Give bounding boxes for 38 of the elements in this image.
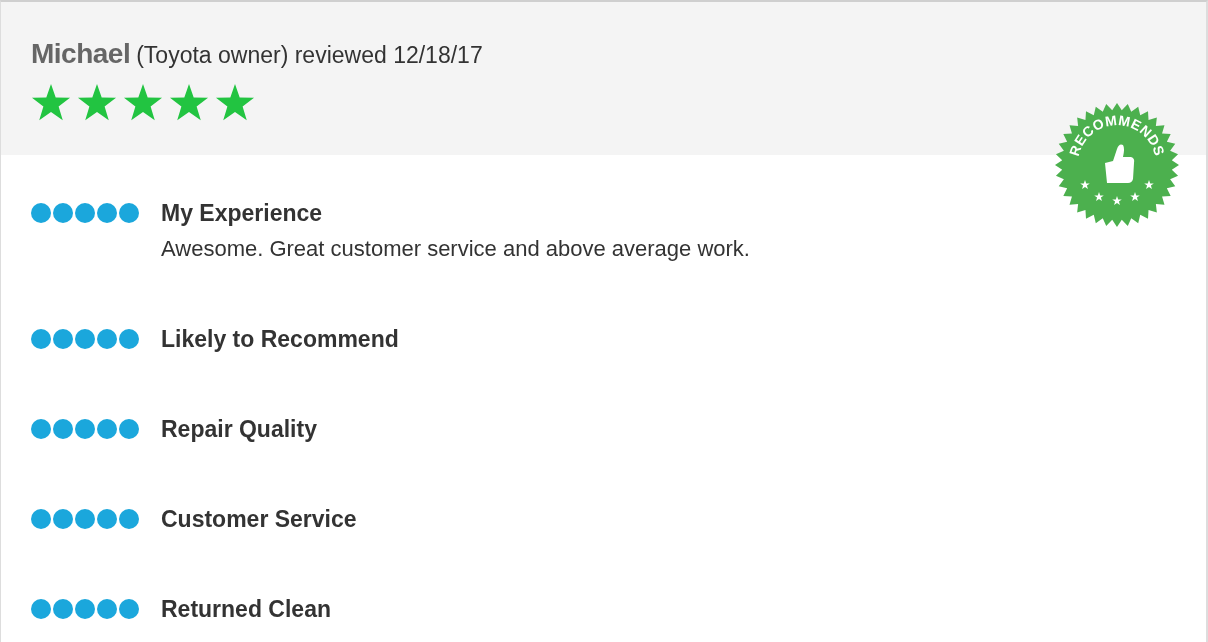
rating-dot xyxy=(97,329,117,349)
rating-dot xyxy=(97,203,117,223)
rating-dot xyxy=(75,419,95,439)
criterion-title: Repair Quality xyxy=(161,415,317,444)
rating-dot xyxy=(31,203,51,223)
rating-dot xyxy=(119,203,139,223)
rating-dot xyxy=(31,599,51,619)
rating-dot xyxy=(119,419,139,439)
rating-dot xyxy=(53,329,73,349)
rating-dot xyxy=(75,329,95,349)
rating-dot xyxy=(75,509,95,529)
criterion-title: Returned Clean xyxy=(161,595,331,624)
rating-dot xyxy=(97,419,117,439)
star-icon xyxy=(215,83,255,123)
rating-dot xyxy=(75,203,95,223)
star-icon xyxy=(169,83,209,123)
star-icon xyxy=(31,83,71,123)
rating-dot xyxy=(97,509,117,529)
rating-dot xyxy=(31,509,51,529)
rating-dot xyxy=(53,203,73,223)
rating-dot xyxy=(119,599,139,619)
rating-dot xyxy=(53,419,73,439)
rating-dot xyxy=(53,509,73,529)
review-comment: Awesome. Great customer service and above average work. xyxy=(161,235,750,263)
criterion-title: Customer Service xyxy=(161,505,357,534)
star-icon xyxy=(123,83,163,123)
criterion-title: Likely to Recommend xyxy=(161,325,399,354)
rating-dot xyxy=(97,599,117,619)
rating-dot xyxy=(119,329,139,349)
rating-dot xyxy=(53,599,73,619)
rating-dot xyxy=(31,419,51,439)
rating-dot xyxy=(31,329,51,349)
review-meta: (Toyota owner) reviewed 12/18/17 xyxy=(136,42,483,68)
reviewer-name: Michael xyxy=(31,38,131,69)
star-icon xyxy=(77,83,117,123)
rating-dot xyxy=(119,509,139,529)
rating-dot xyxy=(75,599,95,619)
criterion-title: My Experience xyxy=(161,199,324,228)
